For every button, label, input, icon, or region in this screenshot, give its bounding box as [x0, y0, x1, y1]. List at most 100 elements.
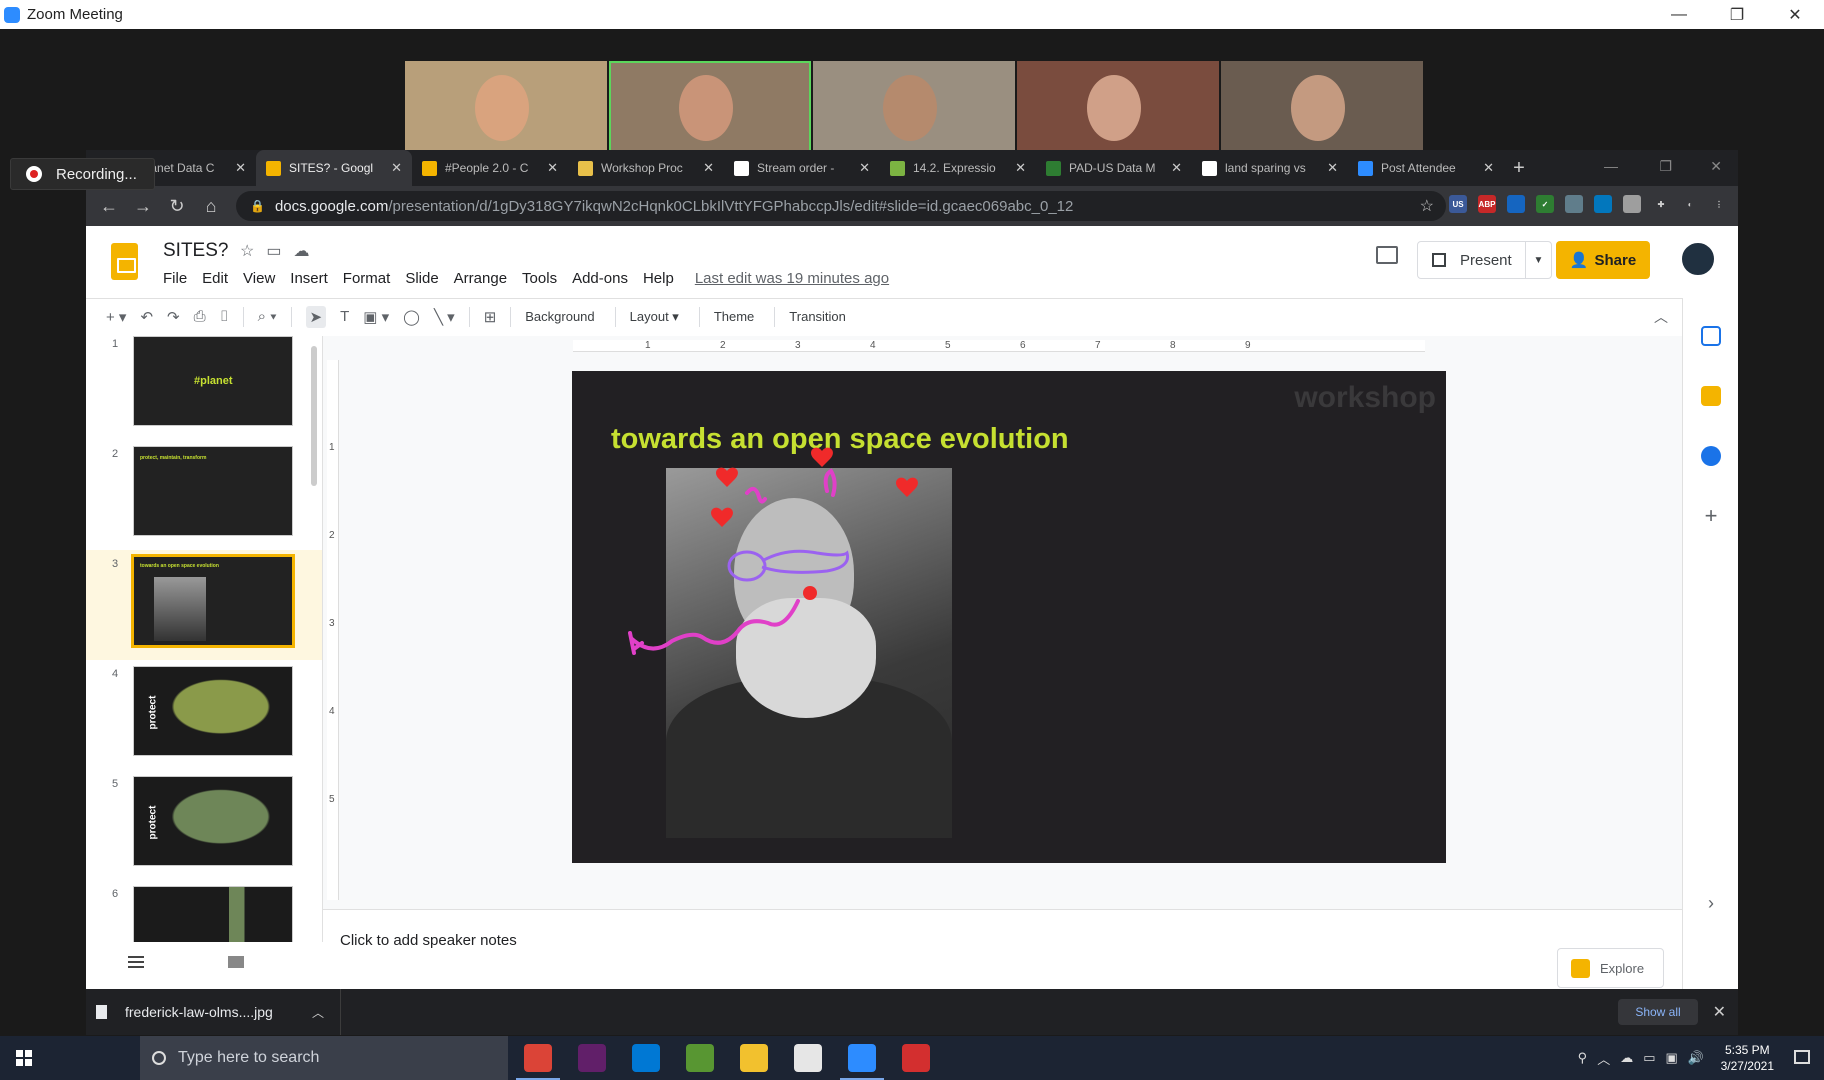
expand-panel-icon[interactable]: › — [1701, 893, 1721, 913]
chevron-up-icon[interactable]: ︿ — [1597, 1049, 1610, 1068]
extension-icon[interactable]: US — [1449, 195, 1467, 213]
volume-icon[interactable]: 🔊 — [1688, 1050, 1704, 1066]
document-title[interactable]: SITES? — [163, 240, 228, 262]
acrobat-icon[interactable] — [902, 1044, 930, 1072]
browser-close-icon[interactable]: ✕ — [1710, 158, 1722, 175]
browser-tab[interactable]: SITES? - Googl ✕ — [256, 150, 412, 186]
layout-button[interactable]: Layout ▾ — [630, 309, 679, 325]
background-button[interactable]: Background — [525, 309, 594, 324]
tab-close-icon[interactable]: ✕ — [1483, 160, 1494, 176]
slide-thumbnail-row[interactable]: 2 protect, maintain, transform — [86, 440, 322, 550]
extension-icon[interactable]: ABP — [1478, 195, 1496, 213]
bookmark-star-icon[interactable]: ☆ — [1420, 196, 1434, 216]
filmstrip-view-icon[interactable] — [128, 956, 144, 968]
browser-tab[interactable]: Post Attendee ✕ — [1348, 150, 1504, 186]
select-icon[interactable]: ➤ — [305, 305, 327, 328]
theme-button[interactable]: Theme — [714, 309, 754, 324]
tab-close-icon[interactable]: ✕ — [235, 160, 246, 176]
qgis-icon[interactable] — [686, 1044, 714, 1072]
present-dropdown-icon[interactable]: ▼ — [1525, 242, 1551, 278]
browser-tab[interactable]: Stream order - ✕ — [724, 150, 880, 186]
vertical-ruler[interactable]: 1 2 3 4 5 — [327, 360, 339, 900]
minimize-button[interactable]: — — [1650, 0, 1708, 29]
notifications-icon[interactable] — [1794, 1050, 1810, 1064]
transition-button[interactable]: Transition — [789, 309, 846, 324]
present-button[interactable]: Present ▼ — [1417, 241, 1552, 279]
slide-thumbnail[interactable]: protect, maintain, transform — [133, 446, 293, 536]
mail-icon[interactable] — [632, 1044, 660, 1072]
extension-icon[interactable]: ✓ — [1536, 195, 1554, 213]
menu-format[interactable]: Format — [343, 270, 391, 287]
horizontal-ruler[interactable]: 1 2 3 4 5 6 7 8 9 — [573, 340, 1425, 352]
calendar-icon[interactable] — [1701, 326, 1721, 346]
puzzle-icon[interactable]: ✚ — [1652, 195, 1670, 213]
slide-thumbnail-row[interactable]: 4 protect — [86, 660, 322, 770]
add-comment-icon[interactable]: ⊞ — [484, 308, 497, 326]
current-slide[interactable]: workshop towards an open space evolution — [572, 371, 1446, 863]
tasks-icon[interactable] — [1701, 446, 1721, 466]
browser-minimize-icon[interactable]: — — [1604, 158, 1618, 174]
slide-thumbnail[interactable]: protect — [133, 776, 293, 866]
reload-icon[interactable]: ↻ — [160, 196, 194, 217]
explore-button[interactable]: Explore — [1557, 948, 1664, 988]
clock[interactable]: 5:35 PM 3/27/2021 — [1721, 1042, 1774, 1074]
new-slide-icon[interactable]: + ▾ — [106, 308, 126, 326]
cloud-icon[interactable]: ☁ — [1620, 1050, 1633, 1066]
browser-tab[interactable]: PAD-US Data M ✕ — [1036, 150, 1192, 186]
tab-close-icon[interactable]: ✕ — [547, 160, 558, 176]
chrome-icon[interactable] — [516, 1044, 560, 1080]
move-folder-icon[interactable]: ▭ — [266, 241, 281, 261]
slide-thumbnail-row[interactable]: 1 #planet — [86, 336, 322, 440]
comment-history-icon[interactable] — [1376, 246, 1398, 264]
extension-icon[interactable] — [1594, 195, 1612, 213]
cloud-status-icon[interactable]: ☁ — [293, 241, 309, 261]
redo-icon[interactable]: ↷ — [167, 308, 180, 326]
taskbar-search[interactable]: Type here to search — [140, 1036, 508, 1080]
slide-thumbnail[interactable]: #planet — [133, 336, 293, 426]
tab-close-icon[interactable]: ✕ — [859, 160, 870, 176]
print-icon[interactable]: ⎙ — [194, 308, 206, 325]
menu-tools[interactable]: Tools — [522, 270, 557, 287]
slide-thumbnail-row[interactable]: 5 protect — [86, 770, 322, 880]
chevron-up-icon[interactable]: ︿ — [312, 1004, 324, 1021]
tab-close-icon[interactable]: ✕ — [1015, 160, 1026, 176]
browser-tab[interactable]: Workshop Proc ✕ — [568, 150, 724, 186]
home-icon[interactable]: ⌂ — [194, 196, 228, 217]
line-icon[interactable]: ╲ ▾ — [434, 308, 455, 326]
share-button[interactable]: 👤 Share — [1556, 241, 1650, 279]
image-icon[interactable]: ▣ ▾ — [363, 308, 389, 326]
address-bar[interactable]: 🔒 docs.google.com/presentation/d/1gDy318… — [236, 191, 1446, 221]
restore-button[interactable]: ❐ — [1708, 0, 1766, 29]
zoom-icon[interactable]: ⌕ ▾ — [258, 308, 277, 325]
account-avatar[interactable] — [1680, 241, 1716, 277]
browser-restore-icon[interactable]: ❐ — [1659, 158, 1672, 175]
keep-icon[interactable] — [1701, 386, 1721, 406]
last-edit-link[interactable]: Last edit was 19 minutes ago — [695, 270, 889, 287]
slides-logo-icon[interactable] — [111, 243, 138, 280]
people-icon[interactable]: ⚲ — [1578, 1050, 1588, 1066]
forward-icon[interactable]: → — [126, 196, 160, 217]
file-explorer-icon[interactable] — [740, 1044, 768, 1072]
slack-icon[interactable] — [578, 1044, 606, 1072]
add-addon-icon[interactable]: + — [1701, 505, 1721, 527]
show-all-button[interactable]: Show all — [1618, 999, 1698, 1025]
browser-tab[interactable]: #People 2.0 - C ✕ — [412, 150, 568, 186]
back-icon[interactable]: ← — [92, 196, 126, 217]
browser-tab[interactable]: 14.2. Expressio ✕ — [880, 150, 1036, 186]
browser-tab[interactable]: land sparing vs ✕ — [1192, 150, 1348, 186]
speaker-notes[interactable]: Click to add speaker notes Explore — [323, 909, 1682, 989]
menu-arrange[interactable]: Arrange — [454, 270, 507, 287]
textbox-icon[interactable]: T — [340, 308, 349, 325]
grid-view-icon[interactable] — [228, 956, 244, 968]
zoom-icon[interactable] — [840, 1044, 884, 1080]
tab-close-icon[interactable]: ✕ — [703, 160, 714, 176]
start-button[interactable] — [0, 1036, 48, 1080]
speaker-notes-placeholder[interactable]: Click to add speaker notes — [340, 932, 517, 949]
recording-indicator[interactable]: Recording... — [10, 158, 155, 190]
slide-thumbnail-row[interactable]: 3 towards an open space evolution — [86, 550, 322, 660]
menu-help[interactable]: Help — [643, 270, 674, 287]
menu-edit[interactable]: Edit — [202, 270, 228, 287]
tab-close-icon[interactable]: ✕ — [391, 160, 402, 176]
slide-thumbnail[interactable]: protect — [133, 666, 293, 756]
menu-slide[interactable]: Slide — [405, 270, 438, 287]
